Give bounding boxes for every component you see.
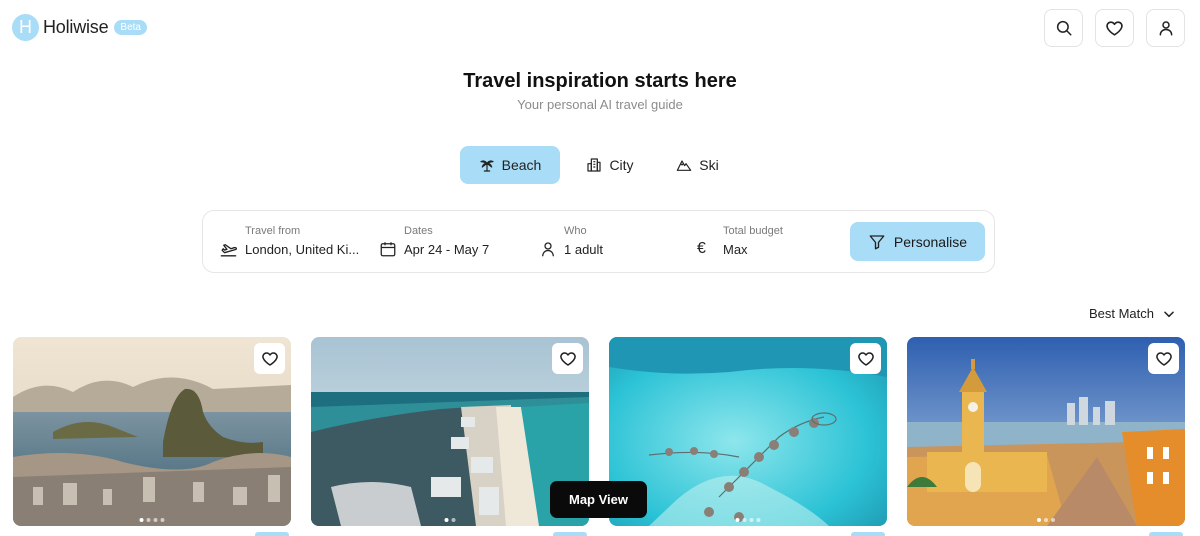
- carousel-dot[interactable]: [153, 518, 158, 522]
- heart-icon: [1155, 351, 1172, 366]
- carousel-dot[interactable]: [451, 518, 456, 522]
- carousel-dot[interactable]: [1051, 518, 1055, 522]
- favorite-button[interactable]: [1148, 343, 1179, 374]
- brand-name: Holiwise: [43, 17, 109, 37]
- carousel-dots: [1037, 518, 1055, 522]
- sort-label: Best Match: [1088, 306, 1154, 321]
- person-icon: [542, 242, 554, 257]
- tab-city[interactable]: City: [575, 146, 645, 184]
- search-icon: [1056, 20, 1071, 36]
- carousel-dots: [444, 518, 456, 522]
- account-button[interactable]: [1146, 9, 1185, 47]
- calendar-icon: [380, 242, 396, 257]
- destination-card[interactable]: [609, 337, 887, 526]
- logo-mark: H: [12, 14, 39, 41]
- dates-field[interactable]: Dates Apr 24 - May 7: [379, 211, 519, 272]
- dates-label: Dates: [404, 225, 433, 237]
- carousel-dot[interactable]: [735, 518, 740, 522]
- sort-dropdown[interactable]: Best Match: [1089, 306, 1176, 321]
- beta-badge: Beta: [114, 20, 147, 35]
- destination-card[interactable]: [907, 337, 1185, 526]
- personalise-label: Personalise: [893, 233, 968, 250]
- card-tag: [1149, 532, 1183, 536]
- chevron-down-icon: [1164, 310, 1174, 317]
- who-value: 1 adult: [564, 242, 604, 257]
- destination-image: [13, 337, 291, 526]
- page-title: Travel inspiration starts here: [463, 70, 737, 92]
- dates-value: Apr 24 - May 7: [404, 242, 490, 257]
- euro-icon: €: [697, 240, 706, 257]
- card-tag: [851, 532, 885, 536]
- carousel-dot[interactable]: [444, 518, 449, 522]
- destination-image: [609, 337, 887, 526]
- destination-image: [311, 337, 589, 526]
- carousel-dot[interactable]: [139, 518, 144, 522]
- tab-beach-label: Beach: [501, 157, 542, 173]
- buildings-icon: [587, 158, 602, 172]
- favorite-button[interactable]: [850, 343, 881, 374]
- user-icon: [1159, 21, 1172, 36]
- travel-from-field[interactable]: Travel from London, United Ki...: [219, 211, 369, 272]
- heart-icon: [857, 351, 874, 366]
- favorites-button[interactable]: [1095, 9, 1134, 47]
- carousel-dot[interactable]: [1037, 518, 1041, 522]
- carousel-dot[interactable]: [160, 518, 165, 522]
- page: H Holiwise Beta Travel inspiration start…: [0, 0, 1200, 536]
- search-bar: Travel from London, United Ki... Dates A…: [202, 210, 995, 273]
- carousel-dots: [139, 518, 165, 522]
- search-button[interactable]: [1044, 9, 1083, 47]
- carousel-dot[interactable]: [146, 518, 151, 522]
- heart-icon: [1106, 20, 1123, 36]
- tab-ski[interactable]: Ski: [665, 146, 730, 184]
- logo[interactable]: H Holiwise Beta: [12, 14, 147, 41]
- travel-from-label: Travel from: [245, 225, 301, 237]
- favorite-button[interactable]: [552, 343, 583, 374]
- who-field[interactable]: Who 1 adult: [539, 211, 679, 272]
- tab-city-label: City: [609, 157, 634, 173]
- who-label: Who: [564, 225, 587, 237]
- palm-tree-icon: [480, 160, 494, 172]
- heart-icon: [559, 351, 576, 366]
- personalise-button[interactable]: Personalise: [850, 222, 985, 261]
- filter-icon: [869, 234, 885, 249]
- budget-label: Total budget: [723, 225, 783, 237]
- carousel-dot[interactable]: [742, 518, 747, 522]
- carousel-dots: [735, 518, 761, 522]
- favorite-button[interactable]: [254, 343, 285, 374]
- destination-card[interactable]: [311, 337, 589, 526]
- carousel-dot[interactable]: [756, 518, 761, 522]
- page-subtitle: Your personal AI travel guide: [517, 97, 683, 112]
- mountain-icon: [676, 160, 692, 171]
- card-tag: [553, 532, 587, 536]
- travel-from-value: London, United Ki...: [245, 242, 360, 257]
- plane-departure-icon: [220, 244, 238, 257]
- map-view-button[interactable]: Map View: [550, 481, 647, 518]
- destination-image: [907, 337, 1185, 526]
- tab-beach[interactable]: Beach: [460, 146, 560, 184]
- card-tag: [255, 532, 289, 536]
- carousel-dot[interactable]: [1044, 518, 1048, 522]
- budget-value: Max: [723, 242, 748, 257]
- carousel-dot[interactable]: [749, 518, 754, 522]
- tab-ski-label: Ski: [699, 157, 719, 173]
- budget-field[interactable]: € Total budget Max: [697, 211, 837, 272]
- heart-icon: [261, 351, 278, 366]
- destination-card[interactable]: [13, 337, 291, 526]
